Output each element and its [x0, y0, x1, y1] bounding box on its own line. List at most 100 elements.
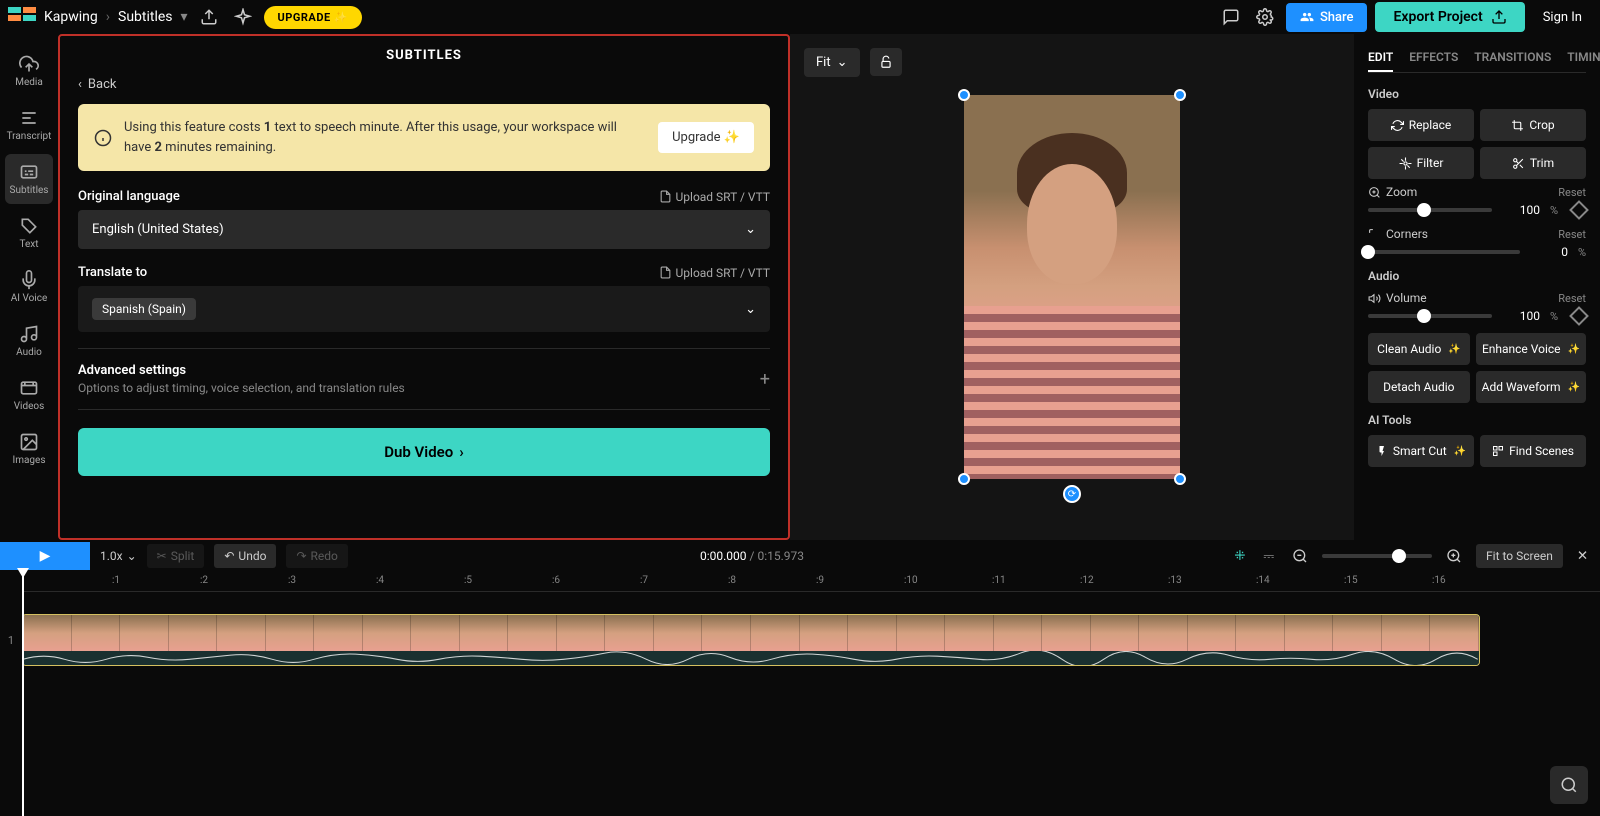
keyframe-icon[interactable]: [1569, 306, 1589, 326]
add-waveform-button[interactable]: Add Waveform: [1476, 371, 1586, 403]
redo-button[interactable]: ↷ Redo: [286, 544, 347, 568]
zoom-out-icon[interactable]: [1288, 544, 1312, 568]
fit-screen-button[interactable]: Fit to Screen: [1476, 544, 1563, 568]
corners-reset[interactable]: Reset: [1558, 228, 1586, 241]
rail-images[interactable]: Images: [5, 424, 53, 474]
video-clip[interactable]: [22, 614, 1480, 666]
tab-edit[interactable]: EDIT: [1368, 44, 1393, 72]
notice-upgrade-button[interactable]: Upgrade ✨: [658, 122, 754, 153]
comment-icon[interactable]: [1218, 4, 1244, 30]
keyframe-icon[interactable]: [1569, 200, 1589, 220]
chevron-down-icon[interactable]: ▾: [181, 9, 188, 25]
upgrade-button[interactable]: UPGRADE ✨: [264, 6, 363, 29]
play-button[interactable]: ▶: [0, 542, 90, 570]
info-icon: [94, 129, 112, 147]
rail-subtitles[interactable]: Subtitles: [5, 154, 53, 204]
transport-bar: ▶ 1.0x ⌄ ✂ Split ↶ Undo ↷ Redo 0:00.000 …: [0, 540, 1600, 572]
notice-text: Using this feature costs 1 text to speec…: [124, 118, 646, 157]
zoom-reset[interactable]: Reset: [1558, 186, 1586, 199]
tab-timing[interactable]: TIMING: [1567, 44, 1600, 72]
tab-transitions[interactable]: TRANSITIONS: [1474, 44, 1551, 72]
dub-video-button[interactable]: Dub Video›: [78, 428, 770, 476]
ruler-mark: :15: [1344, 575, 1358, 586]
ruler-mark: :8: [728, 575, 736, 586]
snap-icon[interactable]: ⁜: [1230, 545, 1249, 568]
orig-lang-select[interactable]: English (United States)⌄: [78, 210, 770, 249]
rail-aivoice[interactable]: AI Voice: [5, 262, 53, 312]
time-display: 0:00.000 / 0:15.973: [700, 549, 804, 563]
upload-srt-link-2[interactable]: Upload SRT / VTT: [659, 266, 771, 280]
volume-slider[interactable]: [1368, 314, 1492, 318]
trim-button[interactable]: Trim: [1480, 147, 1586, 179]
upload-icon[interactable]: [196, 4, 222, 30]
ruler-mark: :12: [1080, 575, 1094, 586]
corners-slider[interactable]: [1368, 250, 1520, 254]
ruler-mark: :13: [1168, 575, 1182, 586]
ruler[interactable]: :1:2:3:4:5:6:7:8:9:10:11:12:13:14:15:16: [22, 572, 1600, 592]
zoom-in-icon[interactable]: [1442, 544, 1466, 568]
ruler-mark: :4: [376, 575, 384, 586]
breadcrumb-app[interactable]: Kapwing: [44, 9, 98, 25]
clean-audio-button[interactable]: Clean Audio: [1368, 333, 1470, 365]
playhead[interactable]: [22, 572, 24, 816]
timeline[interactable]: :1:2:3:4:5:6:7:8:9:10:11:12:13:14:15:16 …: [0, 572, 1600, 816]
crop-button[interactable]: Crop: [1480, 109, 1586, 141]
resize-handle[interactable]: [1174, 473, 1186, 485]
chevron-down-icon: ⌄: [837, 55, 848, 70]
resize-handle[interactable]: [958, 89, 970, 101]
timeline-zoom-slider[interactable]: [1322, 554, 1432, 558]
ruler-mark: :2: [200, 575, 208, 586]
ruler-mark: :7: [640, 575, 648, 586]
filter-button[interactable]: Filter: [1368, 147, 1474, 179]
advanced-settings-row[interactable]: Advanced settingsOptions to adjust timin…: [78, 348, 770, 410]
tab-effects[interactable]: EFFECTS: [1409, 44, 1458, 72]
detach-audio-button[interactable]: Detach Audio: [1368, 371, 1470, 403]
replace-button[interactable]: Replace: [1368, 109, 1474, 141]
plus-icon: +: [760, 369, 770, 390]
sparkle-icon[interactable]: [230, 4, 256, 30]
undo-button[interactable]: ↶ Undo: [214, 544, 276, 568]
mic-icon: [19, 270, 39, 290]
share-button[interactable]: Share: [1286, 3, 1368, 32]
ruler-mark: :1: [112, 575, 120, 586]
adv-sub: Options to adjust timing, voice selectio…: [78, 381, 405, 395]
rail-audio[interactable]: Audio: [5, 316, 53, 366]
transcript-icon: [19, 108, 39, 128]
app-logo[interactable]: [8, 7, 36, 27]
lock-icon[interactable]: [870, 48, 902, 76]
top-bar: Kapwing › Subtitles ▾ UPGRADE ✨ Share Ex…: [0, 0, 1600, 34]
trans-lang-select[interactable]: Spanish (Spain)⌄: [78, 286, 770, 332]
trans-label: Translate to: [78, 265, 147, 280]
breadcrumb-page[interactable]: Subtitles: [118, 9, 173, 25]
rail-videos[interactable]: Videos: [5, 370, 53, 420]
magnet-icon[interactable]: ⎓: [1259, 545, 1278, 568]
rail-media[interactable]: Media: [5, 46, 53, 96]
fit-dropdown[interactable]: Fit ⌄: [804, 48, 860, 77]
upload-srt-link-1[interactable]: Upload SRT / VTT: [659, 190, 771, 204]
volume-reset[interactable]: Reset: [1558, 292, 1586, 305]
video-section: Video: [1368, 87, 1586, 101]
canvas[interactable]: Fit ⌄ ⟳: [790, 34, 1354, 540]
search-icon[interactable]: [1550, 766, 1588, 804]
smartcut-button[interactable]: Smart Cut: [1368, 435, 1474, 467]
rail-transcript[interactable]: Transcript: [5, 100, 53, 150]
resize-handle[interactable]: [958, 473, 970, 485]
rotate-handle[interactable]: ⟳: [1063, 485, 1081, 503]
orig-lang-label: Original language: [78, 189, 180, 204]
usage-notice: Using this feature costs 1 text to speec…: [78, 104, 770, 171]
track-number: 1: [0, 634, 22, 647]
zoom-slider[interactable]: [1368, 208, 1492, 212]
signin-link[interactable]: Sign In: [1533, 10, 1592, 25]
enhance-voice-button[interactable]: Enhance Voice: [1476, 333, 1586, 365]
gear-icon[interactable]: [1252, 4, 1278, 30]
video-frame[interactable]: ⟳: [964, 95, 1180, 479]
split-button[interactable]: ✂ Split: [147, 544, 205, 568]
findscenes-button[interactable]: Find Scenes: [1480, 435, 1586, 467]
chevron-left-icon: ‹: [78, 77, 82, 92]
speed-select[interactable]: 1.0x ⌄: [100, 549, 137, 563]
resize-handle[interactable]: [1174, 89, 1186, 101]
back-link[interactable]: ‹Back: [78, 69, 770, 104]
export-button[interactable]: Export Project: [1375, 2, 1524, 32]
rail-text[interactable]: Text: [5, 208, 53, 258]
close-icon[interactable]: ✕: [1573, 545, 1592, 568]
